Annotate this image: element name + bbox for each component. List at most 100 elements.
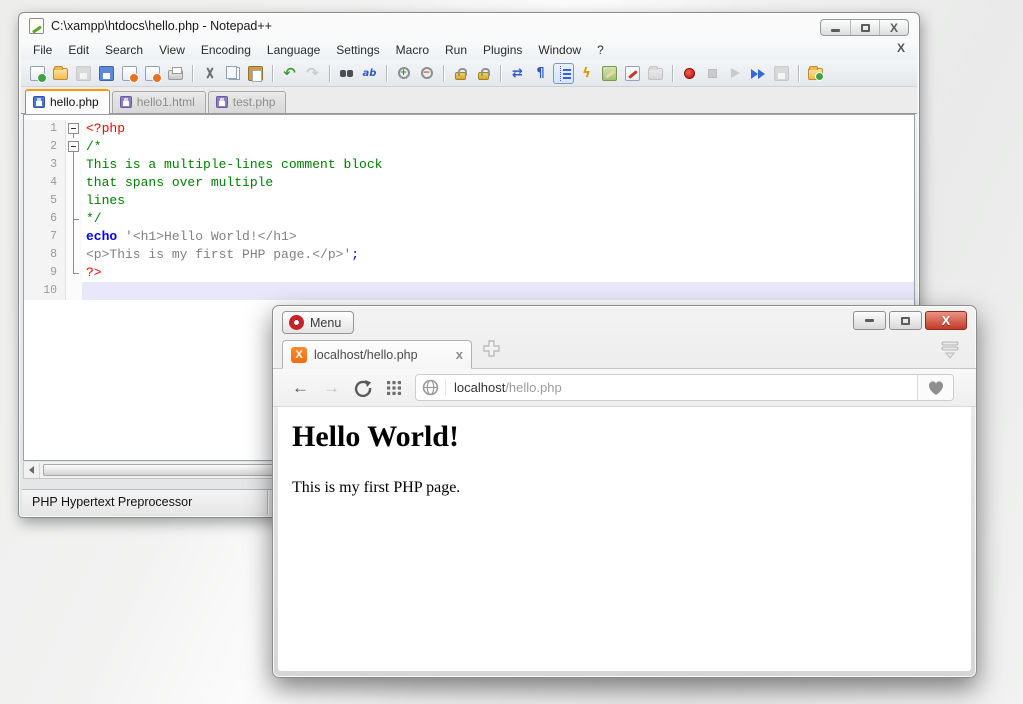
menu-item-macro[interactable]: Macro (388, 41, 437, 59)
site-globe-icon[interactable] (416, 379, 446, 396)
new-file-icon[interactable] (27, 63, 48, 84)
paste-icon (248, 66, 263, 81)
undo-icon: ↶ (282, 66, 297, 81)
sync-horizontal-scroll-icon[interactable] (473, 63, 494, 84)
copy-icon[interactable] (222, 63, 243, 84)
maximize-button[interactable] (850, 20, 879, 35)
speed-dial-button[interactable] (378, 381, 409, 395)
zoom-out-icon[interactable]: − (416, 63, 437, 84)
save-all-icon[interactable] (96, 63, 117, 84)
unsaved-document-icon (216, 96, 228, 108)
status-doc-type: PHP Hypertext Preprocessor (22, 490, 268, 514)
menu-item-view[interactable]: View (151, 41, 193, 59)
opera-window-controls: X (853, 311, 967, 330)
npp-tab-test-php[interactable]: test.php (208, 91, 287, 113)
menu-item-encoding[interactable]: Encoding (193, 41, 259, 59)
code-text[interactable]: This is a multiple-lines comment block (82, 156, 914, 174)
menu-item-search[interactable]: Search (97, 41, 151, 59)
notepadpp-titlebar[interactable]: C:\xampp\htdocs\hello.php - Notepad++ (19, 13, 919, 39)
code-text[interactable]: */ (82, 210, 914, 228)
macro-run-multiple-icon[interactable] (748, 63, 769, 84)
code-text[interactable]: <?php (82, 120, 914, 138)
minimize-button[interactable] (821, 20, 850, 35)
code-text[interactable]: /* (82, 138, 914, 156)
close-button[interactable]: X (879, 20, 908, 35)
macro-record-icon[interactable] (679, 63, 700, 84)
fold-margin (66, 246, 82, 264)
menu-item-language[interactable]: Language (259, 41, 328, 59)
maximize-icon (901, 317, 910, 325)
opera-menu-button[interactable]: Menu (282, 311, 354, 334)
url-text[interactable]: localhost/hello.php (446, 380, 917, 395)
menu-item-window[interactable]: Window (530, 41, 589, 59)
code-line-9: 9?> (24, 264, 914, 282)
code-text[interactable]: lines (82, 192, 914, 210)
code-text[interactable]: echo '<h1>Hello World!</h1> (82, 228, 914, 246)
paste-icon[interactable] (245, 63, 266, 84)
toolbar-separator (798, 65, 799, 82)
code-text[interactable]: that spans over multiple (82, 174, 914, 192)
replace-icon[interactable]: ab (359, 63, 380, 84)
address-bar[interactable]: localhost/hello.php (415, 374, 954, 401)
macro-stop-icon (708, 69, 717, 78)
sync-vertical-scroll-icon[interactable] (450, 63, 471, 84)
print-icon[interactable] (165, 63, 186, 84)
close-button[interactable]: X (925, 311, 967, 330)
current-line[interactable] (82, 282, 914, 300)
bookmark-button[interactable] (917, 375, 953, 400)
new-file-icon (30, 66, 45, 81)
maximize-button[interactable] (889, 311, 922, 330)
menu-item-run[interactable]: Run (437, 41, 475, 59)
minimize-button[interactable] (853, 311, 886, 330)
close-file-icon (122, 66, 137, 81)
sync-horizontal-scroll-icon (478, 72, 489, 80)
zoom-in-icon[interactable]: + (393, 63, 414, 84)
menu-item-file[interactable]: File (25, 41, 60, 59)
code-lines: 1<?php2/*3This is a multiple-lines comme… (24, 120, 914, 300)
show-indent-guide-icon[interactable] (553, 63, 574, 84)
plus-icon (483, 340, 500, 357)
macro-play-icon (725, 63, 746, 84)
open-in-explorer-icon[interactable] (805, 63, 826, 84)
user-command-icon: ϟ (579, 66, 594, 81)
fold-collapse-icon[interactable] (66, 138, 82, 156)
open-file-icon[interactable] (50, 63, 71, 84)
tab-close-icon[interactable]: x (456, 347, 463, 362)
zoom-out-icon: − (421, 67, 433, 79)
macro-save-icon (774, 66, 789, 81)
menu-item-edit[interactable]: Edit (60, 41, 97, 59)
tab-title: localhost/hello.php (314, 348, 449, 362)
tab-menu-button[interactable] (940, 341, 960, 364)
close-file-icon[interactable] (119, 63, 140, 84)
tab-label: hello.php (50, 95, 99, 109)
opera-logo-icon (289, 315, 304, 330)
cut-icon[interactable] (199, 63, 220, 84)
menu-item-help[interactable]: ? (589, 41, 612, 59)
npp-tab-hello1-html[interactable]: hello1.html (112, 91, 206, 113)
reload-button[interactable] (347, 379, 378, 397)
find-icon[interactable] (336, 63, 357, 84)
undo-icon[interactable]: ↶ (279, 63, 300, 84)
scroll-left-arrow-icon[interactable] (24, 463, 40, 478)
document-switcher-icon[interactable] (622, 63, 643, 84)
close-all-icon[interactable] (142, 63, 163, 84)
opera-titlebar[interactable]: Menu X (273, 306, 976, 338)
opera-tab-localhost[interactable]: X localhost/hello.php x (282, 340, 472, 369)
new-tab-button[interactable] (483, 340, 500, 362)
word-wrap-icon[interactable]: ⇄ (507, 63, 528, 84)
npp-tab-hello-php[interactable]: hello.php (25, 89, 110, 114)
menu-item-settings[interactable]: Settings (328, 41, 387, 59)
toolbar-separator (672, 65, 673, 82)
folder-as-workspace-icon (645, 63, 666, 84)
close-all-icon (145, 66, 160, 81)
saved-document-icon (33, 96, 45, 108)
back-button[interactable]: ← (285, 378, 316, 398)
document-map-icon[interactable] (599, 63, 620, 84)
code-text[interactable]: ?> (82, 264, 914, 282)
code-text[interactable]: <p>This is my first PHP page.</p>'; (82, 246, 914, 264)
show-all-characters-icon[interactable]: ¶ (530, 63, 551, 84)
menubar-close-icon[interactable]: X (897, 41, 905, 55)
fold-collapse-icon[interactable] (66, 120, 82, 138)
menu-item-plugins[interactable]: Plugins (475, 41, 530, 59)
user-command-icon[interactable]: ϟ (576, 63, 597, 84)
